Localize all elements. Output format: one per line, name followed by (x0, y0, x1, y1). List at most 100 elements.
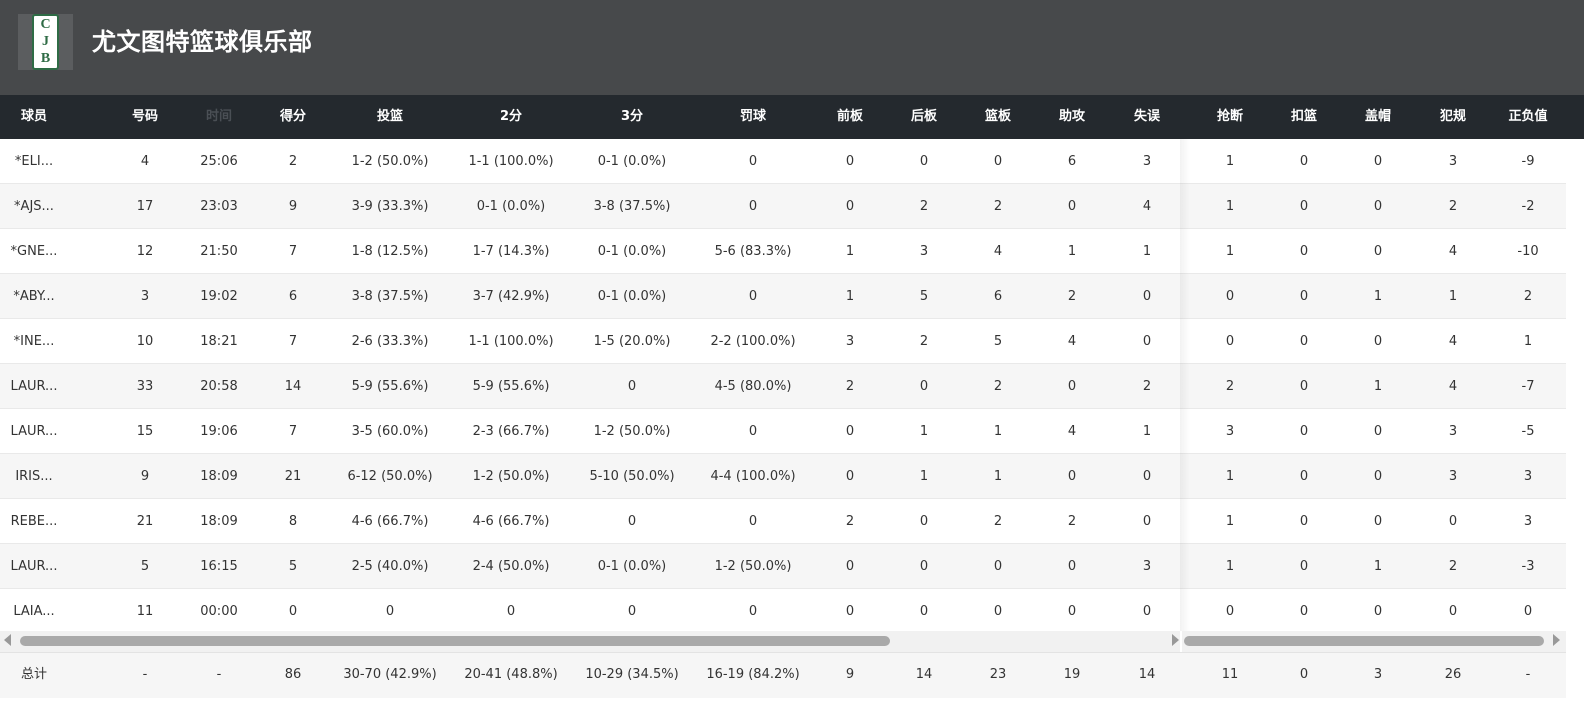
cell-tov: 0 (1142, 469, 1152, 484)
cell-reb: 0 (993, 604, 1003, 619)
cell-dreb: 2 (919, 334, 929, 349)
col-header-reb[interactable]: 篮板 (961, 95, 1035, 139)
player-name-link[interactable]: *INE... (0, 319, 68, 364)
cell-fg: 3-5 (60.0%) (351, 424, 429, 439)
cell-fg: 1-2 (50.0%) (351, 154, 429, 169)
scrollbar-thumb-main[interactable] (20, 636, 890, 646)
cell-number: 11 (136, 604, 154, 619)
col-header-number[interactable]: 号码 (108, 95, 182, 139)
cell-points: 14 (284, 379, 302, 394)
cell-stl: 1 (1225, 199, 1235, 214)
cell-dunk: 0 (1299, 289, 1309, 304)
cell-tov: 3 (1142, 559, 1152, 574)
cell-foul: 0 (1448, 514, 1458, 529)
col-header-fg[interactable]: 投篮 (330, 95, 450, 139)
cell-fg: 3-9 (33.3%) (351, 199, 429, 214)
cell-plus-minus: -3 (1521, 559, 1535, 574)
cell-two-pt: 5-9 (55.6%) (472, 379, 550, 394)
player-name-link[interactable]: *AJS... (0, 184, 68, 229)
cell-number: 21 (136, 514, 154, 529)
player-name-link[interactable]: LAUR... (0, 364, 68, 409)
cell-plus-minus: -10 (1517, 244, 1539, 259)
cell-oreb: 0 (845, 424, 855, 439)
cell-reb: 2 (993, 199, 1003, 214)
cell-tov: 0 (1142, 514, 1152, 529)
cell-three-pt: 1-5 (20.0%) (593, 334, 671, 349)
cell-tov: 3 (1142, 154, 1152, 169)
cell-points: 6 (288, 289, 298, 304)
team-logo: C J B (18, 14, 73, 70)
cell-ft: 0 (748, 514, 758, 529)
table-row: IRIS... 9 18:09 21 6-12 (50.0%) 1-2 (50.0%) 5-… (0, 454, 1566, 499)
cell-points: 7 (288, 424, 298, 439)
scroll-right-arrow-icon[interactable] (1172, 634, 1179, 646)
cell-ft: 4-4 (100.0%) (710, 469, 796, 484)
player-name-link[interactable]: *ELI... (0, 139, 68, 184)
col-header-minutes[interactable]: 时间 (182, 95, 256, 139)
col-header-ft[interactable]: 罚球 (693, 95, 813, 139)
col-header-three-pt[interactable]: 3分 (572, 95, 692, 139)
cell-ast: 0 (1067, 199, 1077, 214)
cell-three-pt: 0-1 (0.0%) (597, 244, 667, 259)
cell-blk: 0 (1373, 424, 1383, 439)
scrollbar-thumb-fixed[interactable] (1184, 636, 1544, 646)
cell-minutes: 16:15 (200, 559, 238, 574)
cell-number: 5 (140, 559, 150, 574)
cell-blk: 1 (1373, 289, 1383, 304)
cell-stl: 1 (1225, 514, 1235, 529)
col-header-player[interactable]: 球员 (0, 95, 68, 139)
cell-dunk: 0 (1299, 514, 1309, 529)
cell-ft: 0 (748, 604, 758, 619)
col-header-ast[interactable]: 助攻 (1035, 95, 1109, 139)
total-plus-minus: - (1525, 667, 1531, 682)
total-ft: 16-19 (84.2%) (706, 667, 800, 682)
player-name-link[interactable]: *GNE... (0, 229, 68, 274)
horizontal-scrollbar[interactable] (0, 631, 1584, 652)
stats-column-header-row: 球员 号码 时间 得分 投篮 2分 3分 罚球 前板 后板 篮板 助攻 失误 抢断 扣篮 盖帽 犯规 正负值 (0, 95, 1584, 139)
col-header-foul[interactable]: 犯规 (1416, 95, 1490, 139)
cell-tov: 1 (1142, 424, 1152, 439)
player-name-link[interactable]: LAUR... (0, 544, 68, 589)
cell-foul: 4 (1448, 334, 1458, 349)
col-header-blk[interactable]: 盖帽 (1341, 95, 1415, 139)
cell-plus-minus: -9 (1521, 154, 1535, 169)
col-header-points[interactable]: 得分 (256, 95, 330, 139)
player-name-link[interactable]: LAIA... (0, 589, 68, 634)
cell-blk: 0 (1373, 199, 1383, 214)
cell-plus-minus: -2 (1521, 199, 1535, 214)
player-name-link[interactable]: REBE... (0, 499, 68, 544)
cell-plus-minus: 3 (1523, 469, 1533, 484)
col-header-tov[interactable]: 失误 (1110, 95, 1184, 139)
col-header-two-pt[interactable]: 2分 (451, 95, 571, 139)
cell-fg: 2-5 (40.0%) (351, 559, 429, 574)
col-header-dreb[interactable]: 后板 (887, 95, 961, 139)
scroll-right-arrow-fixed-icon[interactable] (1553, 634, 1560, 646)
cell-ast: 6 (1067, 154, 1077, 169)
cell-dreb: 1 (919, 424, 929, 439)
cell-stl: 1 (1225, 559, 1235, 574)
cell-minutes: 20:58 (200, 379, 238, 394)
cell-minutes: 18:09 (200, 514, 238, 529)
player-name-link[interactable]: *ABY... (0, 274, 68, 319)
cell-ft: 1-2 (50.0%) (714, 559, 792, 574)
total-fg: 30-70 (42.9%) (343, 667, 437, 682)
player-name-link[interactable]: IRIS... (0, 454, 68, 499)
cell-foul: 3 (1448, 469, 1458, 484)
col-header-stl[interactable]: 抢断 (1193, 95, 1267, 139)
col-header-dunk[interactable]: 扣篮 (1267, 95, 1341, 139)
cell-reb: 2 (993, 379, 1003, 394)
cell-ast: 4 (1067, 424, 1077, 439)
col-header-plus-minus[interactable]: 正负值 (1491, 95, 1565, 139)
cell-stl: 0 (1225, 289, 1235, 304)
cell-fg: 3-8 (37.5%) (351, 289, 429, 304)
table-row: *ELI... 4 25:06 2 1-2 (50.0%) 1-1 (100.0%) 0-1… (0, 139, 1566, 184)
cell-three-pt: 0 (627, 604, 637, 619)
cell-foul: 2 (1448, 199, 1458, 214)
table-row: LAUR... 15 19:06 7 3-5 (60.0%) 2-3 (66.7%) 1-2… (0, 409, 1566, 454)
scroll-left-arrow-icon[interactable] (4, 634, 11, 646)
cell-oreb: 0 (845, 199, 855, 214)
player-name-link[interactable]: LAUR... (0, 409, 68, 454)
cell-dunk: 0 (1299, 379, 1309, 394)
cell-foul: 1 (1448, 289, 1458, 304)
col-header-oreb[interactable]: 前板 (813, 95, 887, 139)
